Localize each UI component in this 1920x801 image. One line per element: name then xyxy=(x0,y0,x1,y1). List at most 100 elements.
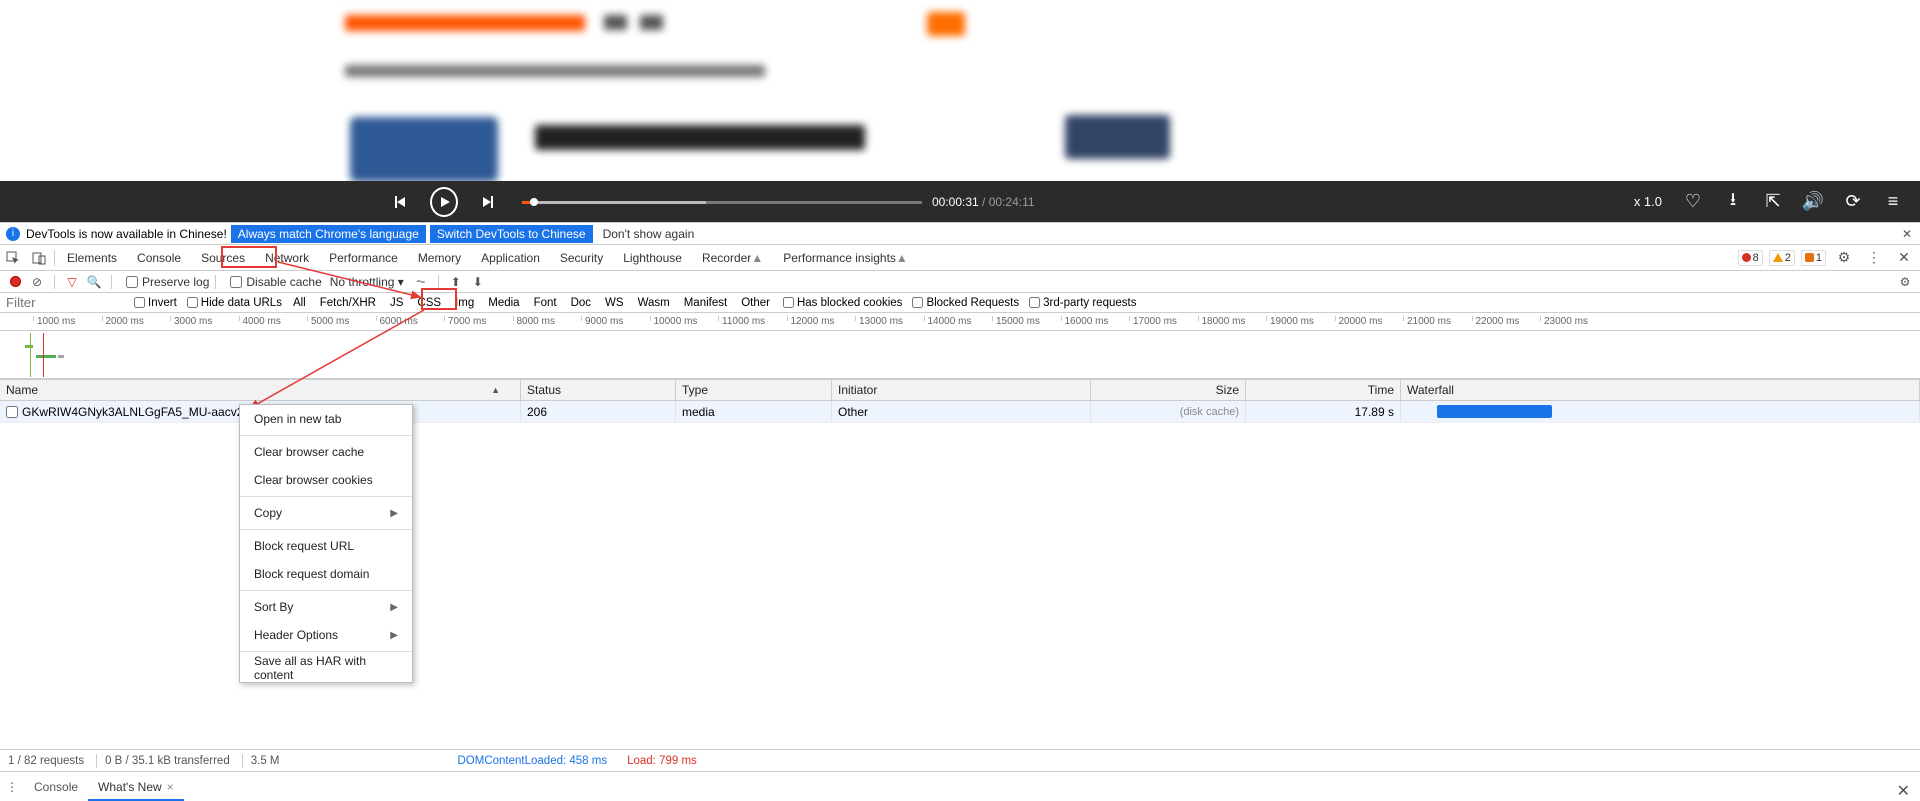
network-timeline-overview[interactable]: 1000 ms2000 ms3000 ms4000 ms5000 ms6000 … xyxy=(0,313,1920,379)
timeline-tick: 23000 ms xyxy=(1540,316,1588,321)
timeline-tick: 10000 ms xyxy=(650,316,698,321)
col-waterfall[interactable]: Waterfall xyxy=(1401,380,1920,400)
tab-elements[interactable]: Elements xyxy=(57,245,127,271)
devtools-close-icon[interactable]: ✕ xyxy=(1892,246,1916,270)
filter-js[interactable]: JS xyxy=(387,297,406,309)
import-har-icon[interactable]: ⬆ xyxy=(445,271,467,293)
search-icon[interactable]: 🔍 xyxy=(83,271,105,293)
settings-icon[interactable]: ⚙ xyxy=(1832,246,1856,270)
ctx-block-domain[interactable]: Block request domain xyxy=(240,560,412,588)
ctx-save-har[interactable]: Save all as HAR with content xyxy=(240,654,412,682)
sb-load: Load: 799 ms xyxy=(627,755,697,767)
ctx-sort-by[interactable]: Sort By▶ xyxy=(240,593,412,621)
invert-checkbox[interactable]: Invert xyxy=(134,297,177,309)
tab-lighthouse[interactable]: Lighthouse xyxy=(613,245,692,271)
tab-performance-insights[interactable]: Performance insights ▲ xyxy=(773,245,918,271)
filter-all[interactable]: All xyxy=(290,297,309,309)
drawer-tab-close-icon[interactable]: × xyxy=(167,780,174,794)
download-icon[interactable]: ⭳ xyxy=(1724,193,1742,211)
tab-network[interactable]: Network xyxy=(255,245,319,271)
network-settings-icon[interactable]: ⚙ xyxy=(1894,271,1916,293)
third-party-checkbox[interactable]: 3rd-party requests xyxy=(1029,297,1136,309)
tab-sources[interactable]: Sources xyxy=(191,245,255,271)
drawer-tab-console[interactable]: Console xyxy=(24,776,88,801)
col-name[interactable]: Name xyxy=(0,380,521,400)
filter-img[interactable]: Img xyxy=(452,297,477,309)
export-har-icon[interactable]: ⬇ xyxy=(467,271,489,293)
info-icon: i xyxy=(6,227,20,241)
ctx-clear-cookies[interactable]: Clear browser cookies xyxy=(240,466,412,494)
filter-font[interactable]: Font xyxy=(531,297,560,309)
sb-requests: 1 / 82 requests xyxy=(8,755,84,767)
ctx-copy[interactable]: Copy▶ xyxy=(240,499,412,527)
filter-ws[interactable]: WS xyxy=(602,297,627,309)
network-conditions-icon[interactable]: ⏦ xyxy=(410,271,432,293)
tab-application[interactable]: Application xyxy=(471,245,550,271)
record-button[interactable] xyxy=(4,271,26,293)
col-initiator[interactable]: Initiator xyxy=(832,380,1091,400)
devtools-tabbar: Elements Console Sources Network Perform… xyxy=(0,245,1920,271)
filter-manifest[interactable]: Manifest xyxy=(681,297,730,309)
devtools-infobar: i DevTools is now available in Chinese! … xyxy=(0,222,1920,245)
col-size[interactable]: Size xyxy=(1091,380,1246,400)
network-toolbar: ⊘ ▽ 🔍 Preserve log Disable cache No thro… xyxy=(0,271,1920,293)
error-count-badge[interactable]: 8 xyxy=(1738,250,1763,266)
filter-wasm[interactable]: Wasm xyxy=(635,297,673,309)
inspect-element-icon[interactable] xyxy=(0,245,26,271)
blocked-requests-checkbox[interactable]: Blocked Requests xyxy=(912,297,1019,309)
tab-performance[interactable]: Performance xyxy=(319,245,408,271)
preserve-log-checkbox[interactable]: Preserve log xyxy=(126,275,209,289)
col-time[interactable]: Time xyxy=(1246,380,1401,400)
ctx-block-url[interactable]: Block request URL xyxy=(240,532,412,560)
drawer-more-icon[interactable]: ⋮ xyxy=(0,773,24,801)
player-play-button[interactable] xyxy=(430,188,458,216)
ctx-header-options[interactable]: Header Options▶ xyxy=(240,621,412,649)
player-progress-bar[interactable] xyxy=(522,195,922,209)
clear-icon[interactable]: ⊘ xyxy=(26,271,48,293)
filter-doc[interactable]: Doc xyxy=(568,297,594,309)
row-checkbox[interactable] xyxy=(6,406,18,418)
ctx-clear-cache[interactable]: Clear browser cache xyxy=(240,438,412,466)
timeline-tick: 14000 ms xyxy=(924,316,972,321)
dont-show-again-link[interactable]: Don't show again xyxy=(603,227,695,241)
sb-domcontentloaded: DOMContentLoaded: 458 ms xyxy=(458,755,608,767)
player-speed[interactable]: x 1.0 xyxy=(1634,194,1662,209)
filter-toggle-icon[interactable]: ▽ xyxy=(61,271,83,293)
filter-css[interactable]: CSS xyxy=(414,297,444,309)
volume-icon[interactable]: 🔊 xyxy=(1804,193,1822,211)
timeline-tick: 1000 ms xyxy=(33,316,75,321)
switch-devtools-language-button[interactable]: Switch DevTools to Chinese xyxy=(430,225,593,243)
loop-icon[interactable]: ⟳ xyxy=(1844,193,1862,211)
issue-count-badge[interactable]: 1 xyxy=(1801,250,1826,266)
disable-cache-checkbox[interactable]: Disable cache xyxy=(230,275,321,289)
device-toggle-icon[interactable] xyxy=(26,245,52,271)
filter-input[interactable] xyxy=(4,294,124,312)
tab-memory[interactable]: Memory xyxy=(408,245,471,271)
ctx-open-new-tab[interactable]: Open in new tab xyxy=(240,405,412,433)
like-icon[interactable]: ♡ xyxy=(1684,193,1702,211)
infobar-close-icon[interactable]: ✕ xyxy=(1902,227,1912,241)
more-icon[interactable]: ⋮ xyxy=(1862,246,1886,270)
timeline-tick: 12000 ms xyxy=(787,316,835,321)
filter-media[interactable]: Media xyxy=(485,297,522,309)
row-initiator: Other xyxy=(832,401,1091,422)
filter-fetchxhr[interactable]: Fetch/XHR xyxy=(317,297,379,309)
drawer-close-icon[interactable]: ✕ xyxy=(1887,781,1920,801)
col-type[interactable]: Type xyxy=(676,380,832,400)
share-icon[interactable]: ⇱ xyxy=(1764,193,1782,211)
warning-count-badge[interactable]: 2 xyxy=(1769,250,1795,266)
drawer-tab-whats-new[interactable]: What's New× xyxy=(88,776,184,801)
throttling-select[interactable]: No throttling ▾ xyxy=(330,275,404,289)
tab-security[interactable]: Security xyxy=(550,245,613,271)
col-status[interactable]: Status xyxy=(521,380,676,400)
tab-console[interactable]: Console xyxy=(127,245,191,271)
blocked-cookies-checkbox[interactable]: Has blocked cookies xyxy=(783,297,902,309)
video-player-bar: 00:00:31 / 00:24:11 x 1.0 ♡ ⭳ ⇱ 🔊 ⟳ ≡ xyxy=(0,181,1920,222)
player-prev-button[interactable] xyxy=(386,188,414,216)
player-next-button[interactable] xyxy=(474,188,502,216)
always-match-language-button[interactable]: Always match Chrome's language xyxy=(231,225,426,243)
filter-other[interactable]: Other xyxy=(738,297,773,309)
hide-data-urls-checkbox[interactable]: Hide data URLs xyxy=(187,297,282,309)
tab-recorder[interactable]: Recorder ▲ xyxy=(692,245,773,271)
playlist-icon[interactable]: ≡ xyxy=(1884,193,1902,211)
